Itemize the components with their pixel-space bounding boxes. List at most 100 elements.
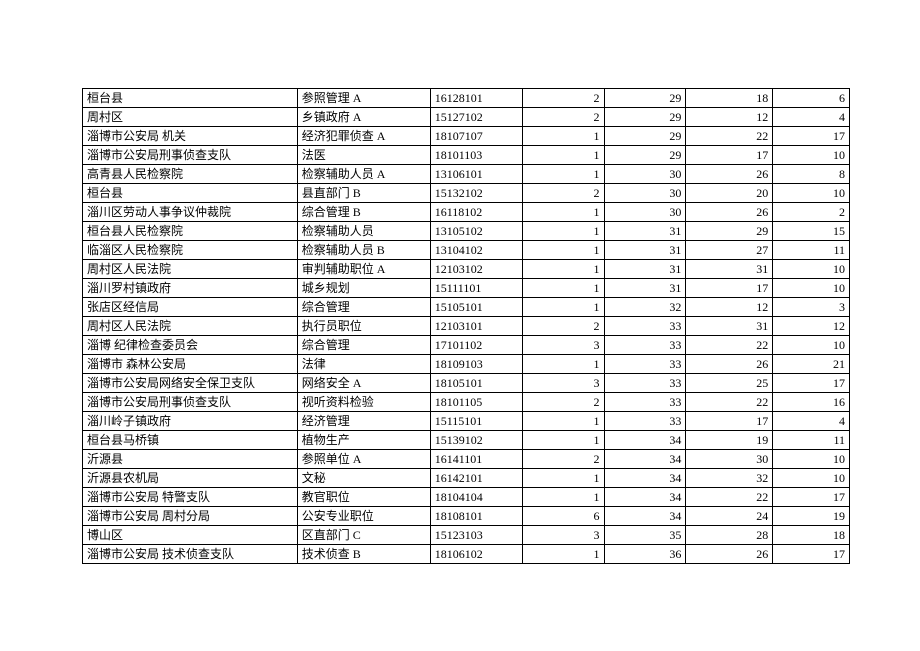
cell-position: 经济犯罪侦查 A (297, 127, 430, 146)
cell-n3: 12 (686, 298, 773, 317)
cell-position: 综合管理 B (297, 203, 430, 222)
table-body: 桓台县参照管理 A16128101229186周村区乡镇政府 A15127102… (83, 89, 850, 564)
cell-code: 13106101 (430, 165, 522, 184)
cell-n3: 28 (686, 526, 773, 545)
table-row: 桓台县马桥镇植物生产151391021341911 (83, 431, 850, 450)
cell-n2: 34 (604, 431, 686, 450)
cell-n1: 1 (522, 355, 604, 374)
table-row: 淄博市公安局刑事侦查支队法医181011031291710 (83, 146, 850, 165)
cell-code: 15111101 (430, 279, 522, 298)
cell-position: 技术侦查 B (297, 545, 430, 564)
cell-n2: 33 (604, 336, 686, 355)
cell-n2: 33 (604, 412, 686, 431)
cell-n3: 24 (686, 507, 773, 526)
cell-position: 经济管理 (297, 412, 430, 431)
cell-n2: 30 (604, 203, 686, 222)
cell-org: 淄博 纪律检查委员会 (83, 336, 298, 355)
cell-org: 淄川罗村镇政府 (83, 279, 298, 298)
cell-n4: 21 (773, 355, 850, 374)
cell-n3: 22 (686, 488, 773, 507)
cell-n3: 27 (686, 241, 773, 260)
cell-n1: 1 (522, 469, 604, 488)
cell-position: 参照单位 A (297, 450, 430, 469)
cell-n1: 1 (522, 146, 604, 165)
cell-position: 区直部门 C (297, 526, 430, 545)
cell-n3: 19 (686, 431, 773, 450)
cell-n4: 10 (773, 260, 850, 279)
cell-org: 周村区人民法院 (83, 317, 298, 336)
cell-n2: 31 (604, 222, 686, 241)
cell-n4: 8 (773, 165, 850, 184)
cell-code: 15123103 (430, 526, 522, 545)
cell-n3: 26 (686, 355, 773, 374)
cell-n2: 33 (604, 393, 686, 412)
cell-code: 18104104 (430, 488, 522, 507)
table-row: 桓台县县直部门 B151321022302010 (83, 184, 850, 203)
cell-n3: 17 (686, 412, 773, 431)
cell-position: 检察辅助人员 (297, 222, 430, 241)
cell-n3: 22 (686, 393, 773, 412)
cell-org: 淄博市公安局 机关 (83, 127, 298, 146)
cell-n4: 10 (773, 336, 850, 355)
cell-n1: 2 (522, 450, 604, 469)
cell-position: 乡镇政府 A (297, 108, 430, 127)
cell-code: 15127102 (430, 108, 522, 127)
cell-n4: 4 (773, 108, 850, 127)
cell-code: 18106102 (430, 545, 522, 564)
cell-n3: 22 (686, 127, 773, 146)
cell-n1: 1 (522, 279, 604, 298)
cell-org: 沂源县农机局 (83, 469, 298, 488)
cell-n2: 29 (604, 108, 686, 127)
cell-n3: 32 (686, 469, 773, 488)
cell-n3: 12 (686, 108, 773, 127)
cell-n3: 31 (686, 317, 773, 336)
cell-org: 桓台县马桥镇 (83, 431, 298, 450)
cell-n4: 15 (773, 222, 850, 241)
table-row: 周村区乡镇政府 A15127102229124 (83, 108, 850, 127)
cell-org: 周村区人民法院 (83, 260, 298, 279)
cell-n4: 17 (773, 545, 850, 564)
cell-org: 临淄区人民检察院 (83, 241, 298, 260)
cell-position: 综合管理 (297, 298, 430, 317)
cell-position: 检察辅助人员 B (297, 241, 430, 260)
cell-position: 城乡规划 (297, 279, 430, 298)
cell-n3: 30 (686, 450, 773, 469)
cell-n1: 1 (522, 222, 604, 241)
cell-org: 张店区经信局 (83, 298, 298, 317)
cell-org: 博山区 (83, 526, 298, 545)
cell-n4: 17 (773, 374, 850, 393)
cell-n4: 3 (773, 298, 850, 317)
cell-n2: 30 (604, 184, 686, 203)
cell-n1: 3 (522, 336, 604, 355)
cell-n4: 16 (773, 393, 850, 412)
cell-n2: 29 (604, 146, 686, 165)
cell-position: 教官职位 (297, 488, 430, 507)
cell-org: 桓台县人民检察院 (83, 222, 298, 241)
cell-n1: 1 (522, 241, 604, 260)
cell-code: 18109103 (430, 355, 522, 374)
cell-n3: 17 (686, 279, 773, 298)
cell-code: 18101103 (430, 146, 522, 165)
table-row: 沂源县农机局文秘161421011343210 (83, 469, 850, 488)
cell-code: 12103102 (430, 260, 522, 279)
cell-code: 16142101 (430, 469, 522, 488)
cell-org: 淄博市公安局刑事侦查支队 (83, 146, 298, 165)
cell-code: 13105102 (430, 222, 522, 241)
cell-code: 16118102 (430, 203, 522, 222)
table-row: 高青县人民检察院检察辅助人员 A13106101130268 (83, 165, 850, 184)
cell-position: 文秘 (297, 469, 430, 488)
cell-org: 淄川岭子镇政府 (83, 412, 298, 431)
cell-code: 15132102 (430, 184, 522, 203)
table-row: 临淄区人民检察院检察辅助人员 B131041021312711 (83, 241, 850, 260)
cell-n1: 3 (522, 374, 604, 393)
cell-n4: 10 (773, 184, 850, 203)
cell-n4: 2 (773, 203, 850, 222)
cell-n3: 26 (686, 203, 773, 222)
cell-n1: 2 (522, 393, 604, 412)
cell-code: 15139102 (430, 431, 522, 450)
cell-org: 淄博市公安局 特警支队 (83, 488, 298, 507)
cell-n2: 31 (604, 279, 686, 298)
cell-position: 综合管理 (297, 336, 430, 355)
cell-n2: 33 (604, 355, 686, 374)
cell-n4: 12 (773, 317, 850, 336)
